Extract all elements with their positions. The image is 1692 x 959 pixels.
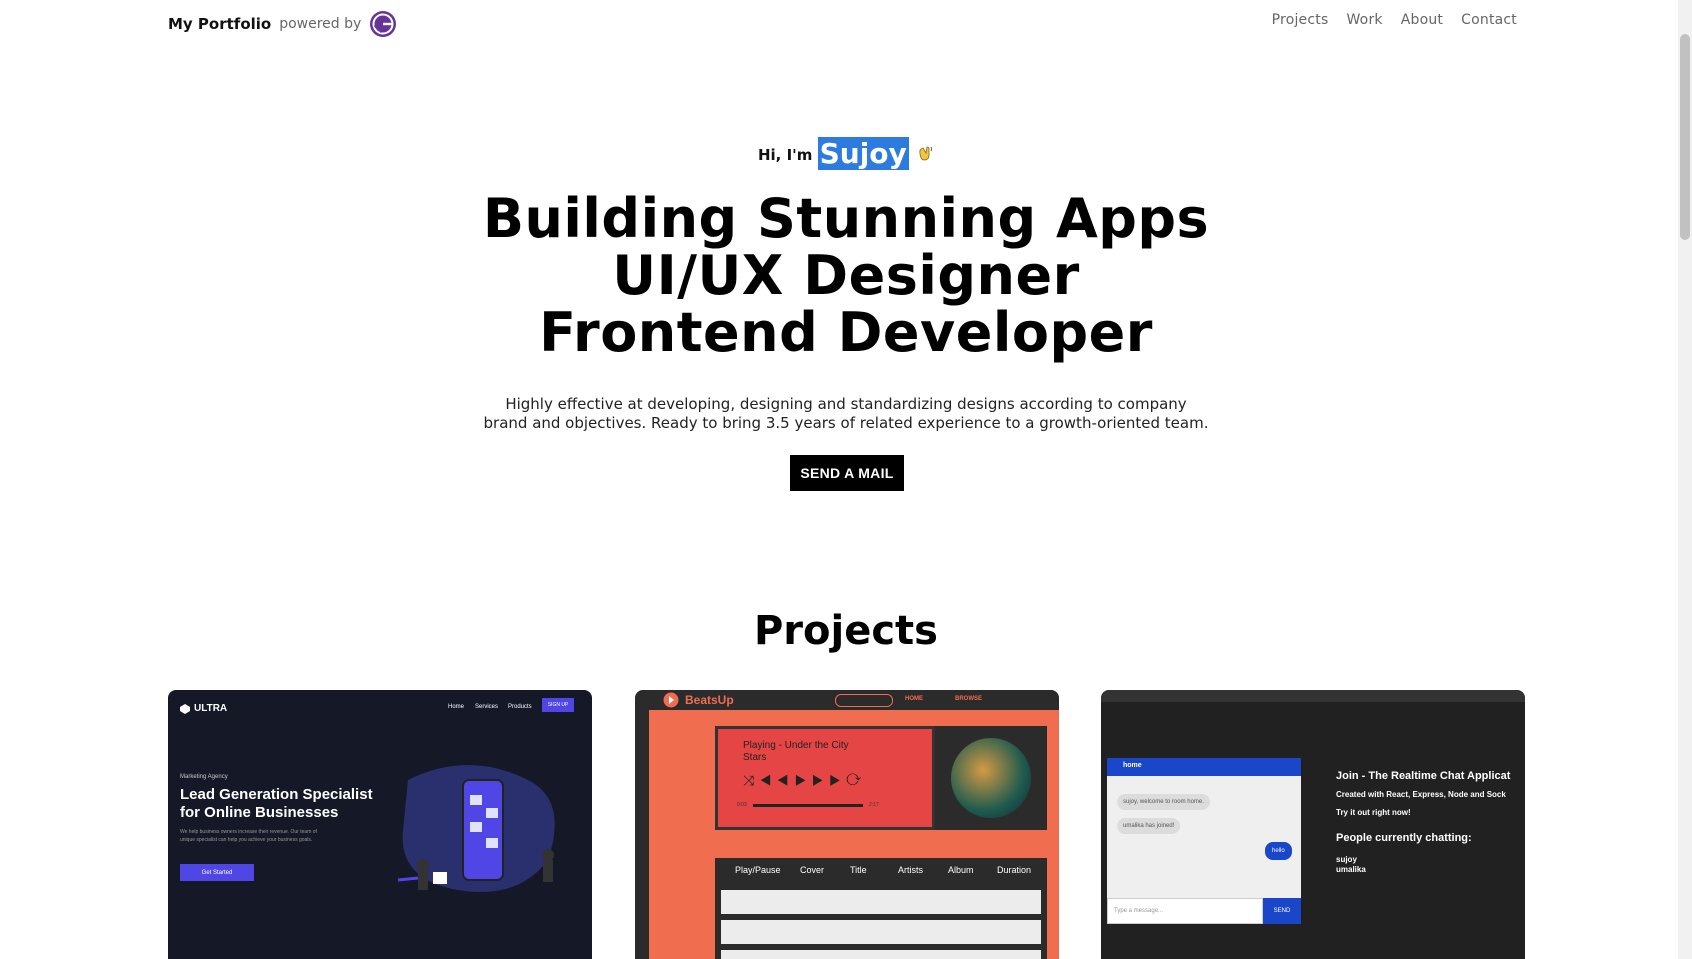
ultra-heading-2: for Online Businesses <box>180 804 339 821</box>
chat-send-button: SEND <box>1263 898 1301 924</box>
beatsup-track-row <box>721 920 1041 944</box>
beatsup-controls: ⤨◀◀▶▶▶⟳ <box>743 772 868 788</box>
beatsup-col-duration: Duration <box>997 865 1032 875</box>
chat-people-heading: People currently chatting: <box>1336 832 1472 844</box>
ultra-nav-services: Services <box>475 704 499 710</box>
ultra-heading-1: Lead Generation Specialist <box>180 786 373 803</box>
brand-name: My Portfolio <box>168 15 272 33</box>
hero-headline: Building Stunning Apps UI/UX Designer Fr… <box>0 190 1692 361</box>
chat-person: umalika <box>1336 865 1366 874</box>
ultra-logo: ULTRA <box>194 703 228 714</box>
nav-about[interactable]: About <box>1401 12 1443 28</box>
beatsup-col-artists: Artists <box>898 865 924 875</box>
chat-input: Type a message... <box>1107 898 1263 924</box>
beatsup-col-cover: Cover <box>800 865 825 875</box>
ultra-hero-illustration <box>397 765 555 892</box>
waving-hand-icon <box>919 146 932 161</box>
headline-line-2: UI/UX Designer <box>612 244 1080 307</box>
nav-work[interactable]: Work <box>1346 12 1382 28</box>
beatsup-sidebar <box>635 710 649 959</box>
projects-title: Projects <box>753 608 938 654</box>
chat-message: sujoy, welcome to room home. <box>1117 794 1210 810</box>
beatsup-nav-home: HOME <box>905 696 923 702</box>
ultra-body: We help business owners increase their r… <box>180 829 317 843</box>
greeting-prefix: Hi, I'm <box>757 146 813 164</box>
ultra-signup-button: SIGN UP <box>542 698 574 712</box>
beatsup-logo-icon <box>663 692 679 708</box>
beatsup-search <box>835 694 893 707</box>
chat-subtitle: Created with React, Express, Node and So… <box>1336 790 1506 799</box>
send-mail-button[interactable]: SEND A MAIL <box>790 455 904 491</box>
main-nav: Projects Work About Contact <box>1272 12 1517 28</box>
ultra-nav-home: Home <box>448 704 465 710</box>
chat-person: sujoy <box>1336 855 1357 864</box>
beatsup-nav-browse: BROWSE <box>955 696 982 702</box>
ultra-eyebrow: Marketing Agency <box>180 774 228 780</box>
chat-room-name: home <box>1123 762 1142 769</box>
project-card-beatsup[interactable]: BeatsUp HOME BROWSE Playing - Under the … <box>635 690 1059 959</box>
beatsup-col-album: Album <box>948 865 974 875</box>
beatsup-time-end: 2:17 <box>869 802 879 808</box>
ultra-nav-products: Products <box>508 704 532 710</box>
hero-description: Highly effective at developing, designin… <box>0 395 1692 433</box>
description-line-1: Highly effective at developing, designin… <box>505 395 1187 413</box>
beatsup-track-row <box>721 890 1041 914</box>
chat-try-it: Try it out right now! <box>1336 808 1411 817</box>
headline-line-3: Frontend Developer <box>539 301 1153 364</box>
chat-url-bar <box>1101 690 1525 702</box>
beatsup-progress <box>753 804 863 807</box>
beatsup-logo: BeatsUp <box>685 693 734 707</box>
greeting: Hi, I'm Sujoy <box>0 137 1692 170</box>
beatsup-now-playing: Playing - Under the City Stars <box>743 740 849 763</box>
ultra-get-started-button: Get Started <box>180 864 254 881</box>
beatsup-album-cover <box>951 738 1031 818</box>
nav-contact[interactable]: Contact <box>1461 12 1517 28</box>
gatsby-logo-icon <box>370 11 397 37</box>
chat-message: umalika has joined! <box>1117 818 1181 834</box>
beatsup-col-play: Play/Pause <box>735 865 781 875</box>
brand-powered-by: powered by <box>279 16 362 32</box>
project-card-chat[interactable]: home sujoy, welcome to room home. umalik… <box>1101 690 1525 959</box>
description-line-2: brand and objectives. Ready to bring 3.5… <box>483 414 1209 432</box>
chat-my-message: hello <box>1265 842 1292 860</box>
nav-projects[interactable]: Projects <box>1272 12 1329 28</box>
greeting-name: Sujoy <box>817 137 909 170</box>
beatsup-track-row <box>721 950 1041 959</box>
headline-line-1: Building Stunning Apps <box>482 187 1210 250</box>
ultra-logo-icon <box>180 704 190 714</box>
project-card-ultra[interactable]: ULTRA Home Services Products SIGN UP Mar… <box>168 690 592 959</box>
chat-title: Join - The Realtime Chat Applicat <box>1336 770 1511 782</box>
beatsup-col-title: Title <box>850 865 867 875</box>
brand[interactable]: My Portfolio powered by <box>168 10 397 38</box>
beatsup-time-start: 0:03 <box>737 802 747 808</box>
